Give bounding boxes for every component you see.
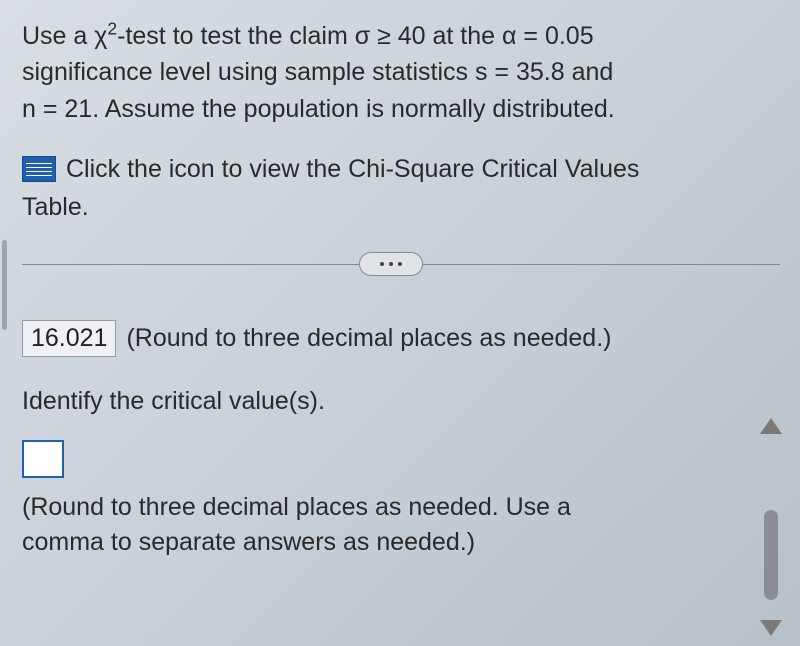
note-line2: comma to separate answers as needed.) xyxy=(22,528,475,556)
section-divider xyxy=(22,250,790,280)
left-scrollbar-thumb[interactable] xyxy=(2,240,7,330)
test-statistic-value: 16.021 xyxy=(22,320,116,357)
expand-button[interactable] xyxy=(359,252,423,276)
problem-line1-rest: -test to test the claim σ ≥ 40 at the α … xyxy=(117,22,593,50)
rounding-hint-1: (Round to three decimal places as needed… xyxy=(126,324,611,353)
note-line1: (Round to three decimal places as needed… xyxy=(22,493,571,521)
problem-line2: significance level using sample statisti… xyxy=(22,58,613,86)
critical-values-link[interactable]: Click the icon to view the Chi-Square Cr… xyxy=(22,151,790,187)
problem-statement: Use a χ2-test to test the claim σ ≥ 40 a… xyxy=(22,18,790,127)
problem-line1-prefix: Use a χ xyxy=(22,22,107,50)
table-icon xyxy=(22,156,56,182)
scroll-down-button[interactable] xyxy=(760,620,782,636)
link-text-line2: Table. xyxy=(22,193,790,222)
chi-square-exponent: 2 xyxy=(107,19,117,39)
scroll-up-button[interactable] xyxy=(760,418,782,434)
test-statistic-row: 16.021 (Round to three decimal places as… xyxy=(22,320,750,357)
critical-value-input[interactable] xyxy=(22,440,64,478)
link-text-line1: Click the icon to view the Chi-Square Cr… xyxy=(66,151,639,187)
problem-line3: n = 21. Assume the population is normall… xyxy=(22,95,615,123)
critical-value-prompt: Identify the critical value(s). xyxy=(22,387,750,416)
scrollbar-thumb[interactable] xyxy=(764,510,778,600)
rounding-note: (Round to three decimal places as needed… xyxy=(22,490,750,560)
